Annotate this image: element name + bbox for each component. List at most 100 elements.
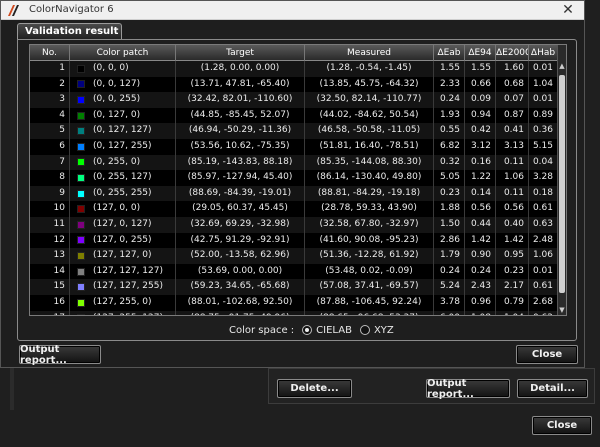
- table-row[interactable]: 3 (0, 0, 255) (32.42, 82.01, -110.60) (32.5…: [30, 92, 558, 108]
- column-header[interactable]: Measured: [305, 45, 434, 61]
- measured-cell: (51.36, -12.28, 61.92): [305, 248, 434, 264]
- target-cell: (29.05, 60.37, 45.45): [176, 201, 305, 217]
- color-patch-cell: (0, 255, 255): [70, 185, 176, 202]
- measured-cell: (32.50, 82.14, -110.77): [305, 92, 434, 108]
- column-header[interactable]: Color patch: [70, 45, 176, 61]
- vertical-scrollbar[interactable]: ▲ ▼: [557, 45, 566, 315]
- no-cell: 11: [30, 216, 70, 233]
- target-cell: (52.00, -13.58, 62.96): [176, 248, 305, 264]
- measured-cell: (32.58, 67.80, -32.97): [305, 216, 434, 233]
- parent-output-report-button[interactable]: Output report...: [426, 378, 510, 400]
- d94-cell: 1.55: [465, 61, 496, 77]
- color-patch-cell: (0, 255, 0): [70, 154, 176, 171]
- color-swatch: [77, 189, 85, 198]
- tab-validation-result[interactable]: Validation result: [17, 23, 122, 40]
- app-logo-icon: [8, 5, 19, 16]
- close-window-icon[interactable]: ✕: [558, 2, 578, 18]
- color-patch-label: (127, 0, 255): [93, 234, 152, 245]
- d94-cell: 0.14: [465, 185, 496, 202]
- table-row[interactable]: 13 (127, 127, 0) (52.00, -13.58, 62.96) (51…: [30, 248, 558, 264]
- no-cell: 15: [30, 279, 70, 295]
- color-patch-label: (0, 127, 255): [93, 140, 152, 151]
- measured-cell: (86.14, -130.40, 49.80): [305, 170, 434, 186]
- scroll-down-icon[interactable]: ▼: [558, 305, 566, 315]
- dh-cell: 1.06: [529, 248, 558, 264]
- cielab-radio[interactable]: [302, 325, 313, 335]
- table-row[interactable]: 5 (0, 127, 127) (46.94, -50.29, -11.36) (46…: [30, 123, 558, 139]
- color-patch-label: (0, 255, 255): [93, 187, 152, 198]
- d94-cell: 0.90: [465, 248, 496, 264]
- color-swatch: [77, 158, 85, 167]
- delete-button[interactable]: Delete...: [277, 379, 352, 398]
- xyz-radio[interactable]: [359, 325, 370, 335]
- table-row[interactable]: 6 (0, 127, 255) (53.56, 10.62, -75.35) (51.…: [30, 138, 558, 155]
- dab-cell: 1.50: [434, 216, 465, 233]
- d94-cell: 1.42: [465, 232, 496, 249]
- column-header[interactable]: No.: [30, 45, 70, 61]
- detail-button[interactable]: Detail...: [517, 379, 588, 398]
- column-header[interactable]: ΔE2000: [496, 45, 529, 61]
- color-swatch: [77, 205, 85, 214]
- close-button[interactable]: Close: [516, 345, 578, 364]
- table-row[interactable]: 8 (0, 255, 127) (85.97, -127.94, 45.40) (86…: [30, 170, 558, 186]
- dab-cell: 6.00: [434, 310, 465, 315]
- color-patch-label: (127, 127, 0): [93, 250, 152, 261]
- measured-cell: (13.85, 45.75, -64.32): [305, 76, 434, 93]
- cielab-label[interactable]: CIELAB: [316, 325, 352, 336]
- output-report-button[interactable]: Output report...: [19, 344, 101, 366]
- color-patch-label: (127, 0, 127): [93, 218, 152, 229]
- no-cell: 17: [30, 310, 70, 315]
- d94-cell: 0.24: [465, 263, 496, 280]
- table-row[interactable]: 9 (0, 255, 255) (88.69, -84.39, -19.01) (88…: [30, 185, 558, 202]
- measured-cell: (41.60, 90.08, -95.23): [305, 232, 434, 249]
- column-header[interactable]: Target: [176, 45, 305, 61]
- table-row[interactable]: 14 (127, 127, 127) (53.69, 0.00, 0.00) (53.…: [30, 263, 558, 280]
- d2k-cell: 1.42: [496, 232, 529, 249]
- table-row[interactable]: 7 (0, 255, 0) (85.19, -143.83, 88.18) (85.3…: [30, 154, 558, 171]
- color-patch-cell: (0, 255, 127): [70, 170, 176, 186]
- dab-cell: 0.24: [434, 263, 465, 280]
- color-swatch: [77, 298, 85, 307]
- dab-cell: 5.24: [434, 279, 465, 295]
- color-patch-label: (0, 255, 127): [93, 172, 152, 183]
- target-cell: (88.01, -102.68, 92.50): [176, 294, 305, 311]
- table-row[interactable]: 2 (0, 0, 127) (13.71, 47.81, -65.40) (13.85…: [30, 76, 558, 93]
- measured-cell: (88.81, -84.29, -19.18): [305, 185, 434, 202]
- color-swatch: [77, 251, 85, 260]
- d2k-cell: 1.04: [496, 310, 529, 315]
- d2k-cell: 0.11: [496, 185, 529, 202]
- target-cell: (32.42, 82.01, -110.60): [176, 92, 305, 108]
- d94-cell: 0.16: [465, 154, 496, 171]
- xyz-label[interactable]: XYZ: [374, 325, 394, 336]
- color-swatch: [77, 80, 85, 89]
- column-header[interactable]: ΔE94: [465, 45, 496, 61]
- window-title: ColorNavigator 6: [29, 4, 114, 15]
- table-row[interactable]: 15 (127, 127, 255) (59.23, 34.65, -65.68)(…: [30, 279, 558, 295]
- dab-cell: 2.86: [434, 232, 465, 249]
- table-row[interactable]: 1 (0, 0, 0) (1.28, 0.00, 0.00) (1.28, -0.54…: [30, 61, 558, 77]
- table-row[interactable]: 11 (127, 0, 127) (32.69, 69.29, -32.98) (32…: [30, 216, 558, 233]
- table-row[interactable]: 4 (0, 127, 0) (44.85, -85.45, 52.07) (44.02…: [30, 107, 558, 124]
- no-cell: 8: [30, 170, 70, 186]
- scroll-thumb[interactable]: [559, 75, 565, 293]
- dh-cell: 0.01: [529, 92, 558, 108]
- dh-cell: 0.61: [529, 201, 558, 217]
- table-row[interactable]: 17 (127, 255, 127) (88.75, -91.75, 49.96)(…: [30, 310, 558, 315]
- scroll-up-icon[interactable]: ▲: [558, 61, 566, 71]
- target-cell: (59.23, 34.65, -65.68): [176, 279, 305, 295]
- table-row[interactable]: 12 (127, 0, 255) (42.75, 91.29, -92.91) (41…: [30, 232, 558, 249]
- table-row[interactable]: 16 (127, 255, 0) (88.01, -102.68, 92.50) (8…: [30, 294, 558, 311]
- d94-cell: 0.09: [465, 92, 496, 108]
- dab-cell: 1.79: [434, 248, 465, 264]
- table-row[interactable]: 10 (127, 0, 0) (29.05, 60.37, 45.45) (28.78…: [30, 201, 558, 217]
- no-cell: 10: [30, 201, 70, 217]
- column-header[interactable]: ΔHab: [529, 45, 558, 61]
- color-patch-cell: (0, 0, 255): [70, 92, 176, 108]
- no-cell: 16: [30, 294, 70, 311]
- validation-result-dialog: ColorNavigator 6 ✕ Validation result No.…: [0, 0, 585, 368]
- parent-close-button[interactable]: Close: [532, 416, 592, 435]
- dh-cell: 0.63: [529, 216, 558, 233]
- column-header[interactable]: ΔEab: [434, 45, 465, 61]
- title-bar[interactable]: ColorNavigator 6 ✕: [1, 1, 584, 20]
- d94-cell: 3.12: [465, 138, 496, 155]
